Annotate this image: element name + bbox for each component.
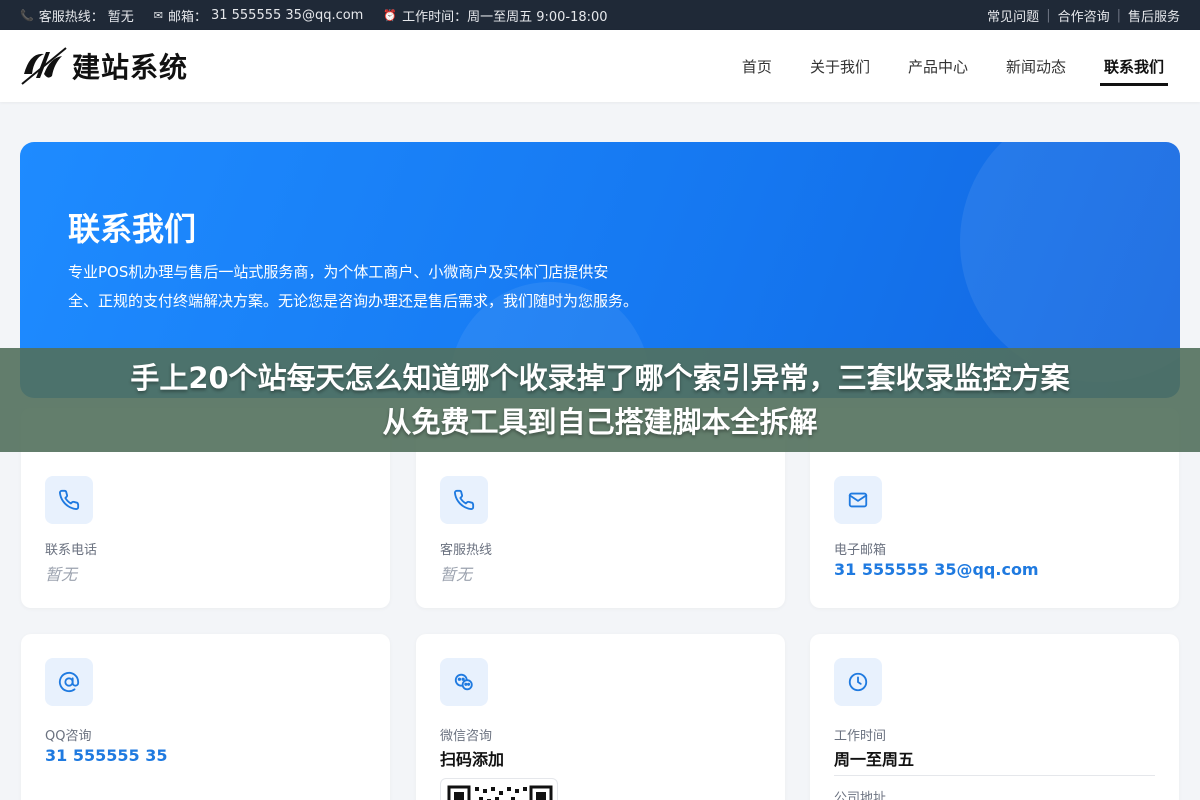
overlay-title-line-2: 从免费工具到自己搭建脚本全拆解 [382,405,818,439]
mail-icon [848,492,868,508]
hotline-label: 客服热线 [440,543,493,558]
phone-icon [59,489,80,510]
qr-code-icon [447,785,553,800]
card-divider [834,775,1155,776]
overlay-title-line-1: 手上20个站每天怎么知道哪个收录掉了哪个索引异常，三套收录监控方案 [130,361,1070,395]
alarm-clock-icon: ⏰ [383,8,398,22]
mail-icon: ✉ [153,8,163,22]
phone-icon-box [45,476,93,524]
qq-label: QQ咨询 [45,729,92,744]
top-info-bar: 📞 客服热线： 暂无 ✉ 邮箱： 31 555555 35@qq.com ⏰ 工… [0,0,1200,30]
hours-info: ⏰ 工作时间： 周一至周五 9:00-18:00 [383,6,607,25]
hotline-value: 暂无 [107,9,134,25]
hero-title: 联系我们 [68,210,197,248]
hotline-icon-box [440,476,488,524]
wechat-qr-code [440,778,558,800]
hotline-info: 📞 客服热线： 暂无 [20,6,134,25]
email-value[interactable]: 31 555555 35@qq.com [834,560,1039,579]
wechat-value: 扫码添加 [440,750,505,769]
clock-icon [848,672,868,692]
site-logo[interactable]: 建站系统 [20,44,188,88]
hours-value: 周一至周五 9:00-18:00 [467,9,608,25]
hotline-label: 客服热线： [38,9,104,25]
qq-icon-box [45,658,93,706]
hotline-value: 暂无 [440,565,473,584]
hours-label: 工作时间： [402,9,468,25]
phone-label: 联系电话 [45,543,98,558]
faq-link[interactable]: 常见问题 [987,6,1039,25]
wechat-icon [454,673,473,691]
email-info: ✉ 邮箱： 31 555555 35@qq.com [154,6,364,25]
qq-value[interactable]: 31 555555 35 [45,746,167,765]
link-separator: | [1046,7,1051,23]
article-title-overlay: 手上20个站每天怎么知道哪个收录掉了哪个索引异常，三套收录监控方案 从免费工具到… [0,348,1200,452]
address-label: 公司地址 [834,791,887,800]
cooperation-link[interactable]: 合作咨询 [1058,6,1110,25]
hero-description: 专业POS机办理与售后一站式服务商，为个体工商户、小微商户及实体门店提供安全、正… [68,263,639,310]
nav-products[interactable]: 产品中心 [908,30,968,102]
logo-mark-icon [21,47,67,85]
phone-icon: 📞 [20,8,34,22]
decorative-circle [960,142,1180,382]
link-separator: | [1116,7,1121,23]
wechat-label: 微信咨询 [440,729,493,744]
phone-value: 暂无 [45,565,78,584]
nav-home[interactable]: 首页 [742,30,772,102]
hours-label: 工作时间 [834,729,887,744]
after-sales-link[interactable]: 售后服务 [1128,6,1180,25]
logo-text: 建站系统 [72,51,189,84]
email-label: 邮箱： [167,9,207,25]
site-header: 建站系统 首页 关于我们 产品中心 新闻动态 联系我们 [0,30,1200,102]
nav-contact[interactable]: 联系我们 [1099,30,1169,102]
hours-value: 周一至周五 [834,750,915,769]
wechat-icon-box [440,658,488,706]
nav-news[interactable]: 新闻动态 [1006,30,1066,102]
contact-card-hours: 工作时间 周一至周五 公司地址 [810,634,1179,800]
email-icon-box [834,476,882,524]
hours-icon-box [834,658,882,706]
nav-about[interactable]: 关于我们 [810,30,870,102]
main-nav: 首页 关于我们 产品中心 新闻动态 联系我们 [704,30,1169,102]
contact-card-qq: QQ咨询 31 555555 35 [21,634,390,800]
phone-icon [454,489,475,510]
contact-card-wechat: 微信咨询 扫码添加 [416,634,785,800]
at-sign-icon [58,671,80,693]
email-label: 电子邮箱 [834,543,887,558]
email-value: 31 555555 35@qq.com [210,7,364,23]
